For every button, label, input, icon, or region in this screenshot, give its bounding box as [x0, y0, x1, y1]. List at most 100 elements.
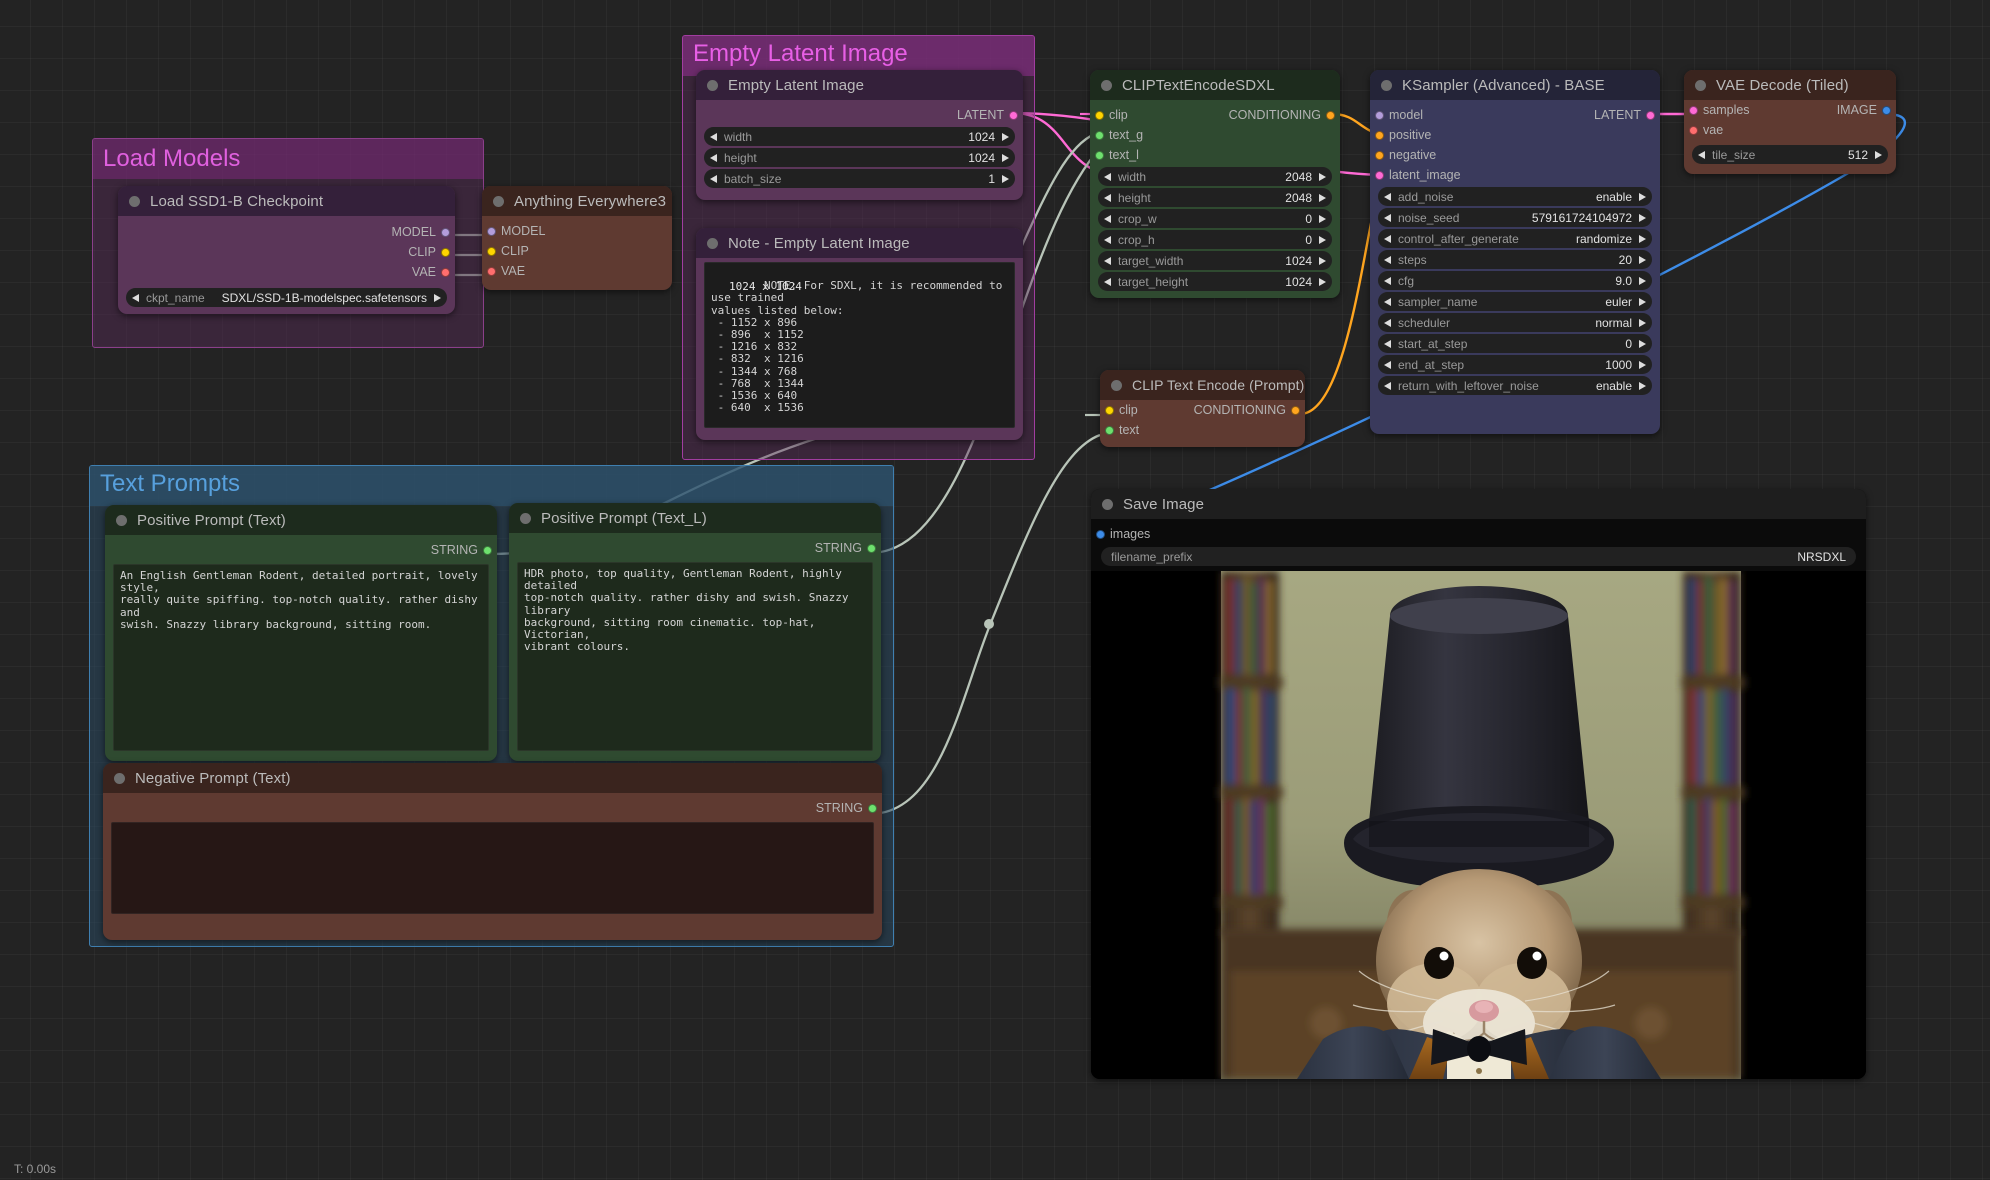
- model-port-dot[interactable]: [487, 227, 496, 236]
- model-port-dot[interactable]: [1375, 111, 1384, 120]
- negative-port-dot[interactable]: [1375, 151, 1384, 160]
- widget-width[interactable]: width 1024: [704, 127, 1015, 146]
- input-slot-positive[interactable]: positive: [1370, 125, 1431, 145]
- output-slot-latent[interactable]: LATENT: [696, 105, 1023, 125]
- string-port-dot[interactable]: [483, 546, 492, 555]
- widget-cfg[interactable]: cfg 9.0: [1378, 271, 1652, 290]
- decrement-arrow-icon[interactable]: [1384, 277, 1391, 285]
- vae-port-dot[interactable]: [1689, 126, 1698, 135]
- increment-arrow-icon[interactable]: [1319, 173, 1326, 181]
- output-slot-string[interactable]: STRING: [509, 538, 881, 558]
- node-anything-everywhere3[interactable]: Anything Everywhere3 MODEL CLIP VAE: [482, 186, 672, 290]
- conditioning-port-dot[interactable]: [1326, 111, 1335, 120]
- widget-width[interactable]: width 2048: [1098, 167, 1332, 186]
- increment-arrow-icon[interactable]: [1639, 235, 1646, 243]
- output-slot-string[interactable]: STRING: [103, 798, 882, 818]
- node-positive-prompt-text[interactable]: Positive Prompt (Text) STRING An English…: [105, 505, 497, 761]
- latent-port-dot[interactable]: [1009, 111, 1018, 120]
- output-slot-latent[interactable]: LATENT: [1470, 105, 1660, 125]
- widget-height[interactable]: height 2048: [1098, 188, 1332, 207]
- widget-end-at-step[interactable]: end_at_step 1000: [1378, 355, 1652, 374]
- latent-port-dot[interactable]: [1646, 111, 1655, 120]
- decrement-arrow-icon[interactable]: [1384, 193, 1391, 201]
- increment-arrow-icon[interactable]: [1639, 193, 1646, 201]
- decrement-arrow-icon[interactable]: [1104, 215, 1111, 223]
- samples-port-dot[interactable]: [1689, 106, 1698, 115]
- widget-ckpt-name[interactable]: ckpt_name SDXL/SSD-1B-modelspec.safetens…: [126, 288, 447, 307]
- text-port-dot[interactable]: [1105, 426, 1114, 435]
- collapse-dot[interactable]: [493, 196, 504, 207]
- increment-arrow-icon[interactable]: [1002, 133, 1009, 141]
- output-slot-string[interactable]: STRING: [105, 540, 497, 560]
- input-slot-text-l[interactable]: text_l: [1090, 145, 1139, 165]
- widget-return-with-leftover-noise[interactable]: return_with_leftover_noise enable: [1378, 376, 1652, 395]
- string-port-dot[interactable]: [867, 544, 876, 553]
- clip-port-dot[interactable]: [487, 247, 496, 256]
- collapse-dot[interactable]: [1381, 80, 1392, 91]
- increment-arrow-icon[interactable]: [1639, 340, 1646, 348]
- increment-arrow-icon[interactable]: [1639, 319, 1646, 327]
- widget-control-after-generate[interactable]: control_after_generate randomize: [1378, 229, 1652, 248]
- positive-prompt-l-textarea[interactable]: HDR photo, top quality, Gentleman Rodent…: [517, 562, 873, 751]
- widget-start-at-step[interactable]: start_at_step 0: [1378, 334, 1652, 353]
- output-slot-conditioning[interactable]: CONDITIONING: [1145, 400, 1305, 420]
- input-slot-vae[interactable]: vae: [1684, 120, 1723, 140]
- note-textarea[interactable]: NOTE: For SDXL, it is recommended to use…: [704, 262, 1015, 428]
- collapse-dot[interactable]: [1695, 80, 1706, 91]
- input-slot-model[interactable]: MODEL: [482, 221, 672, 241]
- increment-arrow-icon[interactable]: [434, 294, 441, 302]
- output-slot-conditioning[interactable]: CONDITIONING: [1150, 105, 1340, 125]
- node-clip-text-encode-sdxl[interactable]: CLIPTextEncodeSDXL clip CONDITIONING tex…: [1090, 70, 1340, 298]
- widget-sampler-name[interactable]: sampler_name euler: [1378, 292, 1652, 311]
- increment-arrow-icon[interactable]: [1319, 194, 1326, 202]
- increment-arrow-icon[interactable]: [1639, 361, 1646, 369]
- input-slot-clip[interactable]: CLIP: [482, 241, 672, 261]
- collapse-dot[interactable]: [1102, 499, 1113, 510]
- widget-filename-prefix[interactable]: filename_prefix NRSDXL: [1101, 547, 1856, 566]
- collapse-dot[interactable]: [114, 773, 125, 784]
- decrement-arrow-icon[interactable]: [1104, 236, 1111, 244]
- node-note-empty-latent[interactable]: Note - Empty Latent Image NOTE: For SDXL…: [696, 228, 1023, 440]
- collapse-dot[interactable]: [520, 513, 531, 524]
- input-slot-text-g[interactable]: text_g: [1090, 125, 1143, 145]
- decrement-arrow-icon[interactable]: [1384, 256, 1391, 264]
- output-slot-vae[interactable]: VAE: [118, 262, 455, 282]
- conditioning-port-dot[interactable]: [1291, 406, 1300, 415]
- decrement-arrow-icon[interactable]: [1384, 361, 1391, 369]
- model-port-dot[interactable]: [441, 228, 450, 237]
- increment-arrow-icon[interactable]: [1319, 236, 1326, 244]
- clip-port-dot[interactable]: [1105, 406, 1114, 415]
- widget-crop-h[interactable]: crop_h 0: [1098, 230, 1332, 249]
- decrement-arrow-icon[interactable]: [1384, 214, 1391, 222]
- node-empty-latent-image[interactable]: Empty Latent Image LATENT width 1024 hei…: [696, 70, 1023, 200]
- decrement-arrow-icon[interactable]: [1384, 340, 1391, 348]
- input-slot-clip[interactable]: clip: [1100, 400, 1138, 420]
- latent-image-port-dot[interactable]: [1375, 171, 1384, 180]
- decrement-arrow-icon[interactable]: [710, 133, 717, 141]
- increment-arrow-icon[interactable]: [1319, 278, 1326, 286]
- decrement-arrow-icon[interactable]: [1104, 257, 1111, 265]
- increment-arrow-icon[interactable]: [1639, 214, 1646, 222]
- decrement-arrow-icon[interactable]: [710, 175, 717, 183]
- decrement-arrow-icon[interactable]: [1384, 382, 1391, 390]
- increment-arrow-icon[interactable]: [1002, 154, 1009, 162]
- clip-port-dot[interactable]: [1095, 111, 1104, 120]
- decrement-arrow-icon[interactable]: [1384, 319, 1391, 327]
- node-ksampler-advanced[interactable]: KSampler (Advanced) - BASE model LATENT …: [1370, 70, 1660, 434]
- output-slot-model[interactable]: MODEL: [118, 222, 455, 242]
- text-l-port-dot[interactable]: [1095, 151, 1104, 160]
- collapse-dot[interactable]: [1101, 80, 1112, 91]
- input-slot-vae[interactable]: VAE: [482, 261, 672, 281]
- increment-arrow-icon[interactable]: [1875, 151, 1882, 159]
- node-load-checkpoint[interactable]: Load SSD1-B Checkpoint MODEL CLIP VAE ck…: [118, 186, 455, 314]
- positive-prompt-textarea[interactable]: An English Gentleman Rodent, detailed po…: [113, 564, 489, 751]
- negative-prompt-textarea[interactable]: [111, 822, 874, 914]
- decrement-arrow-icon[interactable]: [1384, 235, 1391, 243]
- increment-arrow-icon[interactable]: [1639, 382, 1646, 390]
- widget-target-height[interactable]: target_height 1024: [1098, 272, 1332, 291]
- decrement-arrow-icon[interactable]: [710, 154, 717, 162]
- decrement-arrow-icon[interactable]: [1384, 298, 1391, 306]
- output-slot-image[interactable]: IMAGE: [1736, 100, 1896, 120]
- string-port-dot[interactable]: [868, 804, 877, 813]
- widget-scheduler[interactable]: scheduler normal: [1378, 313, 1652, 332]
